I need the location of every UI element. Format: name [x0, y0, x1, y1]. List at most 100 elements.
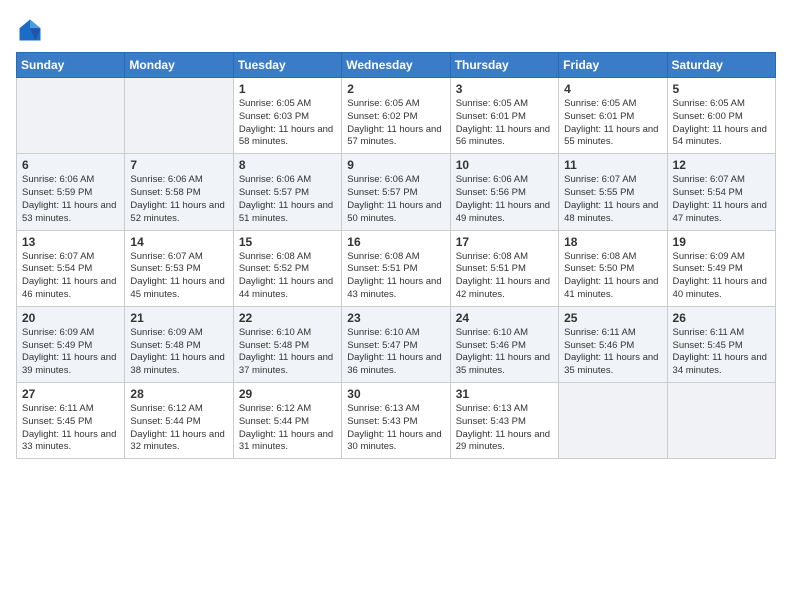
day-number: 10 — [456, 158, 553, 172]
day-number: 7 — [130, 158, 227, 172]
logo-icon — [16, 16, 44, 44]
day-number: 20 — [22, 311, 119, 325]
day-info: Sunrise: 6:13 AM Sunset: 5:43 PM Dayligh… — [456, 403, 553, 454]
day-number: 15 — [239, 235, 336, 249]
day-number: 13 — [22, 235, 119, 249]
page-header — [16, 16, 776, 44]
day-info: Sunrise: 6:10 AM Sunset: 5:47 PM Dayligh… — [347, 327, 444, 378]
calendar-cell — [125, 78, 233, 154]
day-info: Sunrise: 6:08 AM Sunset: 5:50 PM Dayligh… — [564, 251, 661, 302]
calendar-cell: 21 Sunrise: 6:09 AM Sunset: 5:48 PM Dayli… — [125, 306, 233, 382]
day-info: Sunrise: 6:08 AM Sunset: 5:51 PM Dayligh… — [347, 251, 444, 302]
day-number: 18 — [564, 235, 661, 249]
calendar-cell: 16 Sunrise: 6:08 AM Sunset: 5:51 PM Dayli… — [342, 230, 450, 306]
day-info: Sunrise: 6:06 AM Sunset: 5:56 PM Dayligh… — [456, 174, 553, 225]
day-info: Sunrise: 6:10 AM Sunset: 5:48 PM Dayligh… — [239, 327, 336, 378]
calendar-week-row: 20 Sunrise: 6:09 AM Sunset: 5:49 PM Dayli… — [17, 306, 776, 382]
calendar-cell: 12 Sunrise: 6:07 AM Sunset: 5:54 PM Dayli… — [667, 154, 775, 230]
day-info: Sunrise: 6:11 AM Sunset: 5:45 PM Dayligh… — [22, 403, 119, 454]
day-info: Sunrise: 6:06 AM Sunset: 5:58 PM Dayligh… — [130, 174, 227, 225]
calendar-cell: 20 Sunrise: 6:09 AM Sunset: 5:49 PM Dayli… — [17, 306, 125, 382]
logo — [16, 16, 48, 44]
weekday-header-tuesday: Tuesday — [233, 53, 341, 78]
calendar-cell — [17, 78, 125, 154]
day-number: 22 — [239, 311, 336, 325]
calendar-cell: 18 Sunrise: 6:08 AM Sunset: 5:50 PM Dayli… — [559, 230, 667, 306]
calendar-cell: 11 Sunrise: 6:07 AM Sunset: 5:55 PM Dayli… — [559, 154, 667, 230]
calendar-cell: 17 Sunrise: 6:08 AM Sunset: 5:51 PM Dayli… — [450, 230, 558, 306]
weekday-header-row: SundayMondayTuesdayWednesdayThursdayFrid… — [17, 53, 776, 78]
day-number: 23 — [347, 311, 444, 325]
calendar-cell: 28 Sunrise: 6:12 AM Sunset: 5:44 PM Dayli… — [125, 383, 233, 459]
calendar-cell: 31 Sunrise: 6:13 AM Sunset: 5:43 PM Dayli… — [450, 383, 558, 459]
day-number: 1 — [239, 82, 336, 96]
day-number: 5 — [673, 82, 770, 96]
day-number: 9 — [347, 158, 444, 172]
weekday-header-friday: Friday — [559, 53, 667, 78]
weekday-header-thursday: Thursday — [450, 53, 558, 78]
day-number: 27 — [22, 387, 119, 401]
calendar-cell: 24Sunrise: 6:10 AM Sunset: 5:46 PM Dayli… — [450, 306, 558, 382]
day-number: 19 — [673, 235, 770, 249]
weekday-header-wednesday: Wednesday — [342, 53, 450, 78]
calendar-week-row: 6 Sunrise: 6:06 AM Sunset: 5:59 PM Daylig… — [17, 154, 776, 230]
day-info: Sunrise: 6:06 AM Sunset: 5:59 PM Dayligh… — [22, 174, 119, 225]
calendar-cell: 6 Sunrise: 6:06 AM Sunset: 5:59 PM Daylig… — [17, 154, 125, 230]
day-info: Sunrise: 6:06 AM Sunset: 5:57 PM Dayligh… — [347, 174, 444, 225]
day-number: 28 — [130, 387, 227, 401]
day-info: Sunrise: 6:05 AM Sunset: 6:02 PM Dayligh… — [347, 98, 444, 149]
day-number: 11 — [564, 158, 661, 172]
day-number: 4 — [564, 82, 661, 96]
calendar-cell: 4 Sunrise: 6:05 AM Sunset: 6:01 PM Daylig… — [559, 78, 667, 154]
day-info: Sunrise: 6:07 AM Sunset: 5:55 PM Dayligh… — [564, 174, 661, 225]
calendar-cell: 5Sunrise: 6:05 AM Sunset: 6:00 PM Daylig… — [667, 78, 775, 154]
calendar-week-row: 27 Sunrise: 6:11 AM Sunset: 5:45 PM Dayli… — [17, 383, 776, 459]
day-info: Sunrise: 6:05 AM Sunset: 6:03 PM Dayligh… — [239, 98, 336, 149]
calendar-cell: 30 Sunrise: 6:13 AM Sunset: 5:43 PM Dayli… — [342, 383, 450, 459]
day-info: Sunrise: 6:09 AM Sunset: 5:49 PM Dayligh… — [22, 327, 119, 378]
weekday-header-monday: Monday — [125, 53, 233, 78]
day-number: 2 — [347, 82, 444, 96]
day-info: Sunrise: 6:05 AM Sunset: 6:01 PM Dayligh… — [456, 98, 553, 149]
calendar-cell: 9 Sunrise: 6:06 AM Sunset: 5:57 PM Daylig… — [342, 154, 450, 230]
calendar-week-row: 1 Sunrise: 6:05 AM Sunset: 6:03 PM Daylig… — [17, 78, 776, 154]
day-info: Sunrise: 6:07 AM Sunset: 5:54 PM Dayligh… — [673, 174, 770, 225]
day-number: 12 — [673, 158, 770, 172]
day-info: Sunrise: 6:08 AM Sunset: 5:51 PM Dayligh… — [456, 251, 553, 302]
day-number: 8 — [239, 158, 336, 172]
day-number: 24 — [456, 311, 553, 325]
calendar-cell — [559, 383, 667, 459]
day-info: Sunrise: 6:08 AM Sunset: 5:52 PM Dayligh… — [239, 251, 336, 302]
calendar-cell: 26Sunrise: 6:11 AM Sunset: 5:45 PM Dayli… — [667, 306, 775, 382]
day-number: 25 — [564, 311, 661, 325]
calendar-cell: 13 Sunrise: 6:07 AM Sunset: 5:54 PM Dayli… — [17, 230, 125, 306]
calendar-cell: 27 Sunrise: 6:11 AM Sunset: 5:45 PM Dayli… — [17, 383, 125, 459]
calendar-cell: 7 Sunrise: 6:06 AM Sunset: 5:58 PM Daylig… — [125, 154, 233, 230]
calendar-week-row: 13 Sunrise: 6:07 AM Sunset: 5:54 PM Dayli… — [17, 230, 776, 306]
day-number: 16 — [347, 235, 444, 249]
weekday-header-saturday: Saturday — [667, 53, 775, 78]
day-number: 30 — [347, 387, 444, 401]
day-number: 26 — [673, 311, 770, 325]
day-number: 21 — [130, 311, 227, 325]
day-number: 31 — [456, 387, 553, 401]
day-number: 29 — [239, 387, 336, 401]
day-info: Sunrise: 6:13 AM Sunset: 5:43 PM Dayligh… — [347, 403, 444, 454]
day-number: 14 — [130, 235, 227, 249]
calendar-cell: 23 Sunrise: 6:10 AM Sunset: 5:47 PM Dayli… — [342, 306, 450, 382]
day-info: Sunrise: 6:07 AM Sunset: 5:54 PM Dayligh… — [22, 251, 119, 302]
day-info: Sunrise: 6:12 AM Sunset: 5:44 PM Dayligh… — [130, 403, 227, 454]
day-number: 6 — [22, 158, 119, 172]
day-info: Sunrise: 6:05 AM Sunset: 6:01 PM Dayligh… — [564, 98, 661, 149]
calendar-cell: 8 Sunrise: 6:06 AM Sunset: 5:57 PM Daylig… — [233, 154, 341, 230]
day-info: Sunrise: 6:06 AM Sunset: 5:57 PM Dayligh… — [239, 174, 336, 225]
calendar-cell — [667, 383, 775, 459]
day-info: Sunrise: 6:12 AM Sunset: 5:44 PM Dayligh… — [239, 403, 336, 454]
calendar-table: SundayMondayTuesdayWednesdayThursdayFrid… — [16, 52, 776, 459]
calendar-cell: 3 Sunrise: 6:05 AM Sunset: 6:01 PM Daylig… — [450, 78, 558, 154]
calendar-cell: 19Sunrise: 6:09 AM Sunset: 5:49 PM Dayli… — [667, 230, 775, 306]
day-number: 3 — [456, 82, 553, 96]
calendar-cell: 1 Sunrise: 6:05 AM Sunset: 6:03 PM Daylig… — [233, 78, 341, 154]
day-number: 17 — [456, 235, 553, 249]
day-info: Sunrise: 6:09 AM Sunset: 5:48 PM Dayligh… — [130, 327, 227, 378]
